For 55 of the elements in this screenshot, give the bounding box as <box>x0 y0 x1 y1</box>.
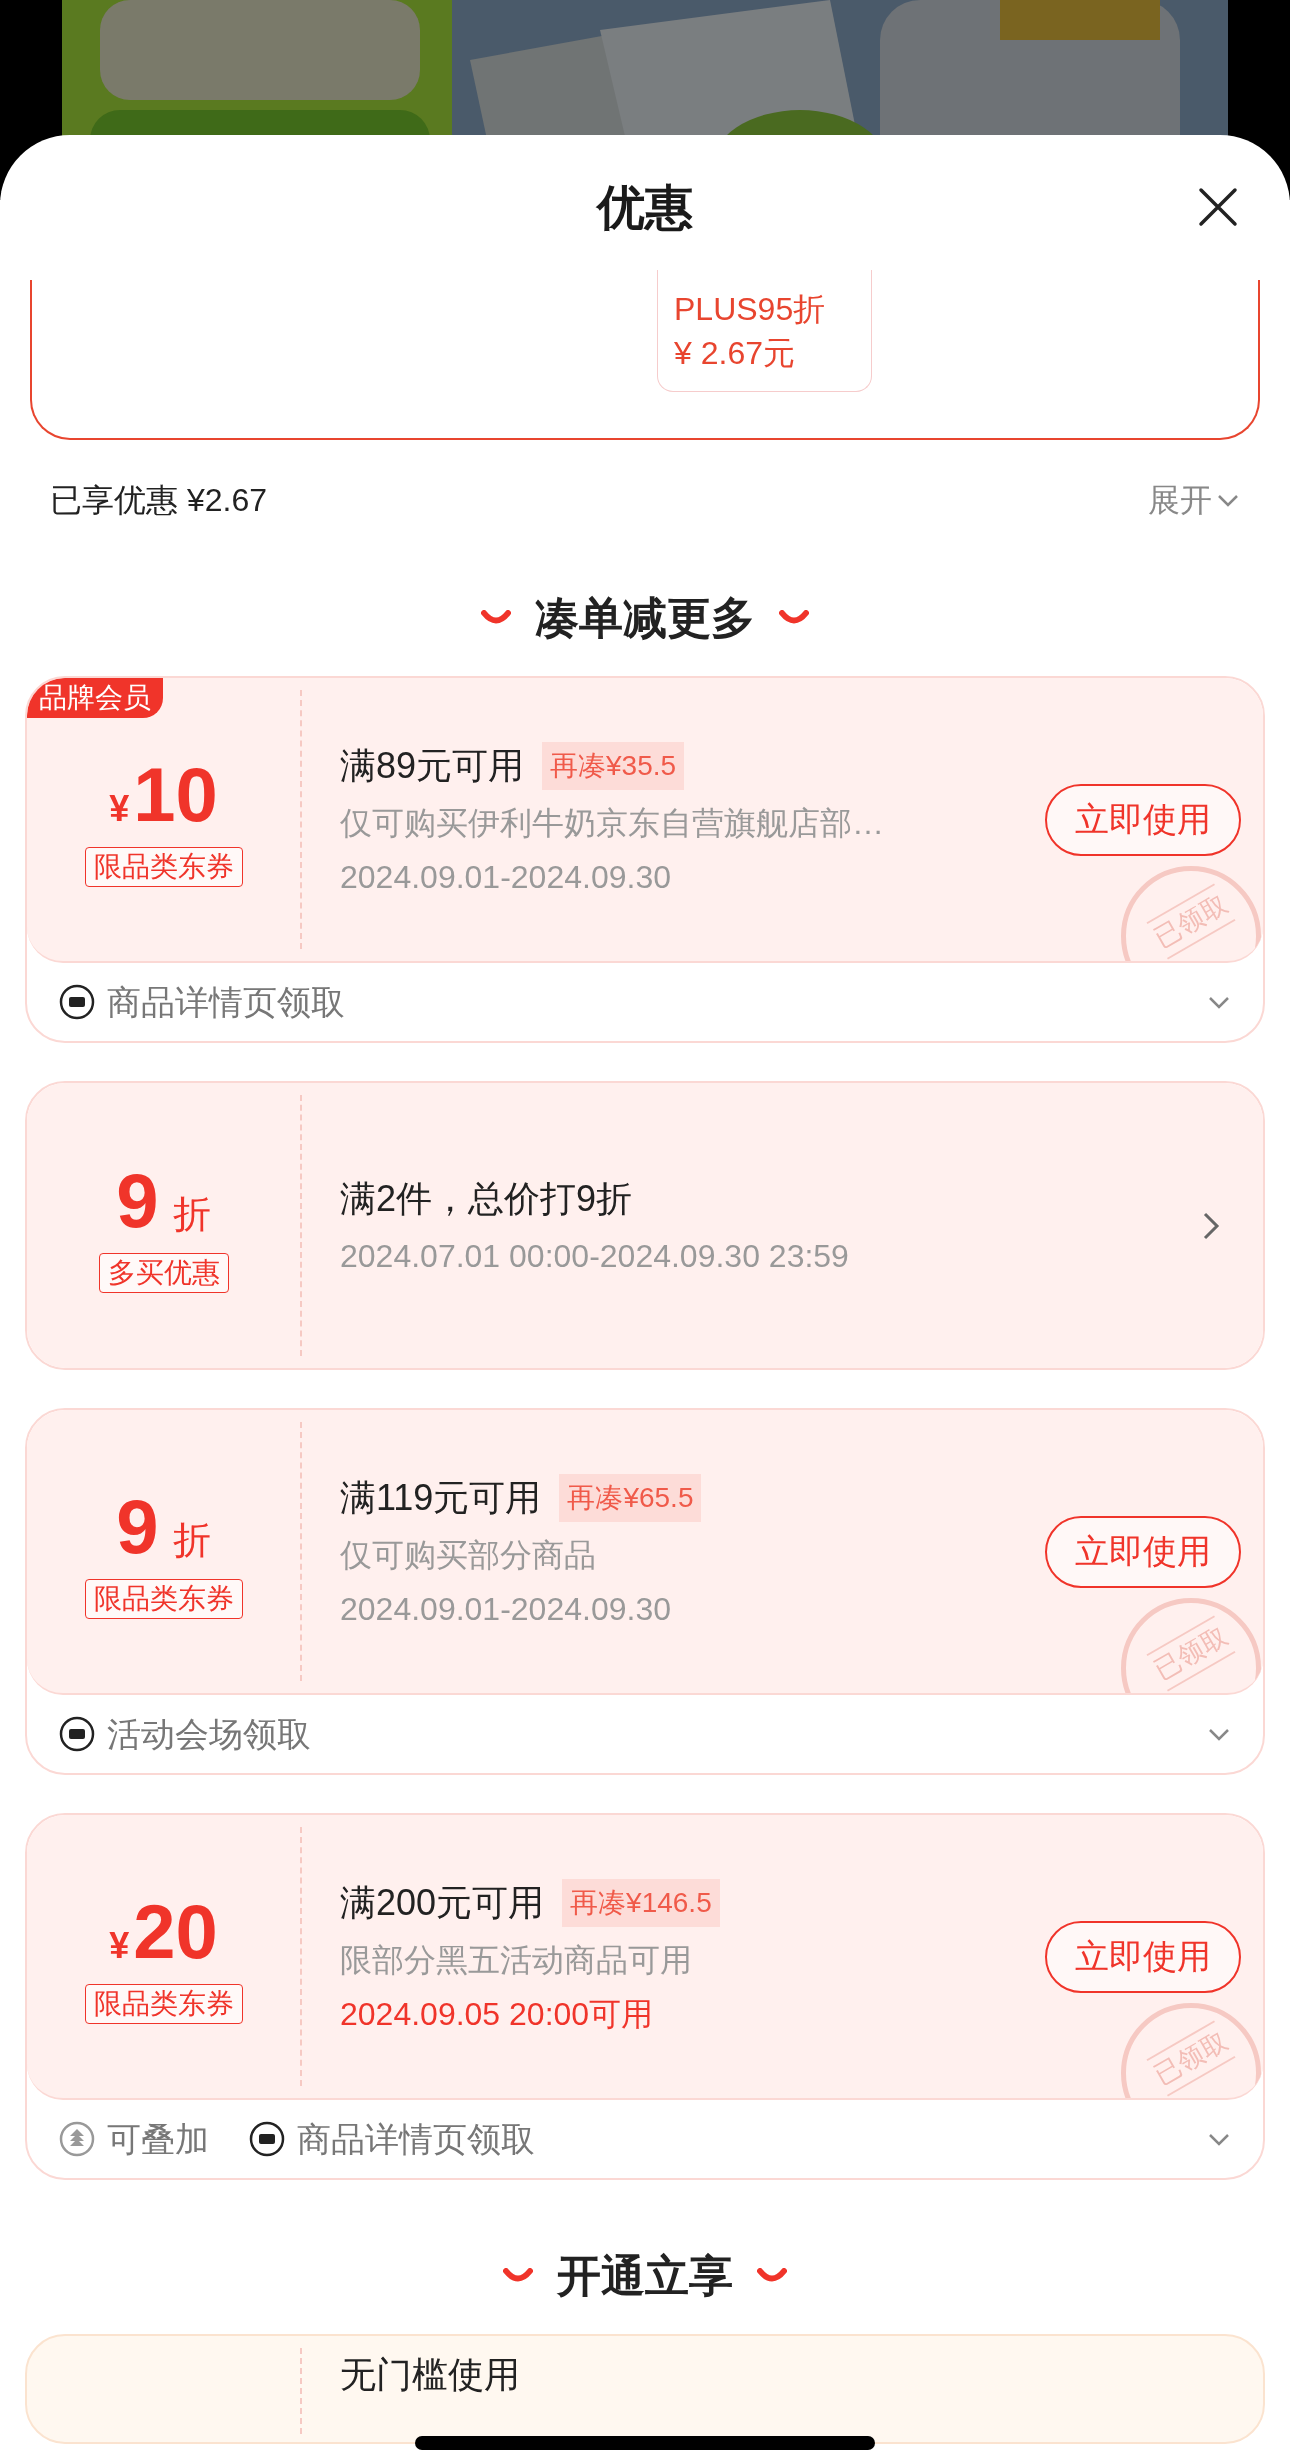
smile-icon <box>757 2268 787 2284</box>
coupon-tag: 限品类东券 <box>84 1983 243 2024</box>
validity-date: 2024.09.01-2024.09.30 <box>340 857 672 897</box>
close-button[interactable] <box>1196 185 1240 229</box>
smile-icon <box>481 610 511 626</box>
use-now-button[interactable]: 立即使用 <box>1045 1515 1241 1588</box>
stamp-text: 已领取 <box>1146 2019 1236 2097</box>
ticket-icon <box>249 2121 285 2157</box>
remaining-amount: 再凑¥65.5 <box>559 1473 702 1522</box>
value-number: 10 <box>133 752 218 837</box>
value-number: 9 <box>116 1484 159 1569</box>
validity-date: 2024.09.05 20:00可用 <box>340 1994 655 2034</box>
coupon-scope: 仅可购买伊利牛奶京东自营旗舰店部… <box>340 803 885 843</box>
validity-date: 2024.07.01 00:00-2024.09.30 23:59 <box>340 1236 850 1276</box>
coupon-scope: 仅可购买部分商品 <box>340 1535 597 1575</box>
stamp-text: 已领取 <box>1146 1614 1236 1692</box>
claim-source: 商品详情页领取 <box>297 2118 535 2160</box>
savings-text: 已享优惠 ¥2.67 <box>50 481 267 520</box>
coupon-tag: 多买优惠 <box>98 1252 229 1293</box>
remaining-amount: 再凑¥146.5 <box>562 1878 720 1927</box>
use-now-button[interactable]: 立即使用 <box>1045 783 1241 856</box>
member-badge: 品牌会员 <box>27 678 163 718</box>
smile-icon <box>503 2268 533 2284</box>
claim-source: 商品详情页领取 <box>107 981 345 1023</box>
validity-date: 2024.09.01-2024.09.30 <box>340 1589 672 1629</box>
currency-sign: ¥ <box>109 1923 130 1968</box>
coupon-condition: 满89元可用 <box>340 743 525 788</box>
value-unit: 折 <box>172 1191 211 1237</box>
section-title: 凑单减更多 <box>535 592 755 644</box>
use-now-button[interactable]: 立即使用 <box>1045 1920 1241 1993</box>
claim-source: 活动会场领取 <box>107 1713 311 1755</box>
coupon-condition: 满200元可用 <box>340 1880 545 1925</box>
sheet-title: 优惠 <box>597 179 693 236</box>
discount-amount: ¥ 2.67元 <box>674 333 796 373</box>
coupon-tag: 限品类东券 <box>84 846 243 887</box>
smile-icon <box>779 610 809 626</box>
stamp-text: 已领取 <box>1146 882 1236 960</box>
coupon-scope: 限部分黑五活动商品可用 <box>340 1940 693 1980</box>
claim-source: 可叠加 <box>107 2118 209 2160</box>
coupon-condition: 无门槛使用 <box>340 2353 520 2397</box>
coupon-condition: 满119元可用 <box>340 1475 542 1520</box>
remaining-amount: 再凑¥35.5 <box>542 741 685 790</box>
coupon-tag: 限品类东券 <box>84 1578 243 1619</box>
stack-icon <box>59 2121 95 2157</box>
ticket-icon <box>59 984 95 1020</box>
currency-sign: ¥ <box>109 786 130 831</box>
expand-toggle[interactable]: 展开 <box>1148 476 1240 524</box>
ticket-icon <box>59 1716 95 1752</box>
value-number: 9 <box>116 1158 159 1243</box>
coupon-condition: 满2件，总价打9折 <box>340 1176 633 1221</box>
value-number: 20 <box>133 1889 218 1974</box>
value-unit: 折 <box>172 1517 211 1563</box>
close-icon <box>1198 187 1238 227</box>
discount-name: PLUS95折 <box>674 289 827 329</box>
section-title: 开通立享 <box>557 2250 733 2302</box>
